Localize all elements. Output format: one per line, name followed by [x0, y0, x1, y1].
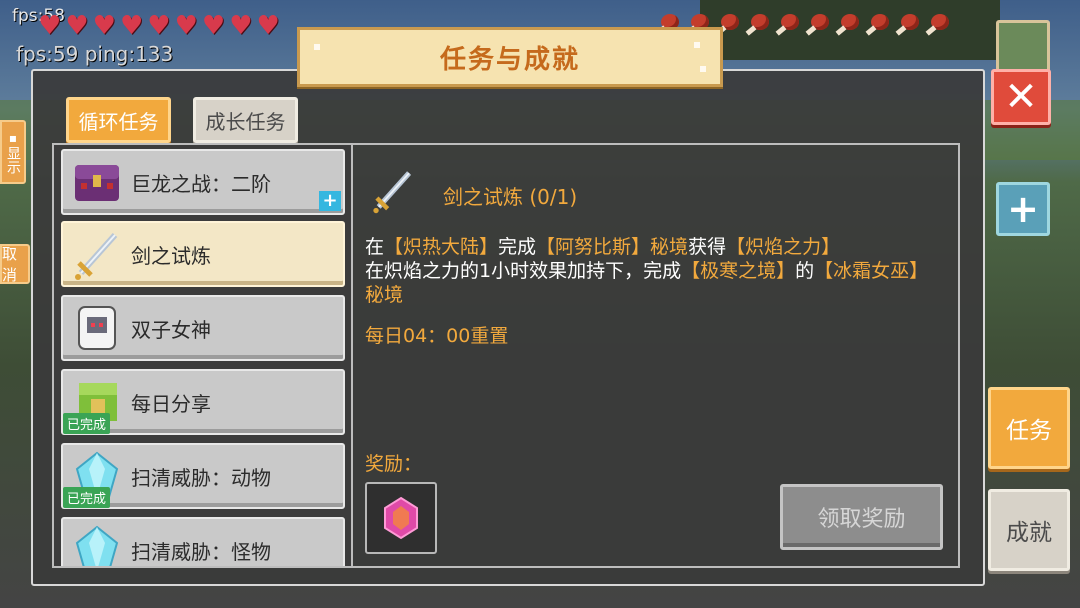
heart-icon: ♥ [201, 11, 226, 41]
desc-text: 获得 [688, 236, 727, 258]
chat-icon: ▪ [8, 131, 18, 145]
heart-icon: ♥ [229, 11, 253, 41]
heart-icon: ♥ [174, 11, 198, 41]
close-button[interactable]: ✕ [991, 69, 1051, 125]
list-item-daily-share[interactable]: 每日分享 已完成 [61, 369, 345, 435]
desc-highlight: 【炽热大陆】 [384, 236, 499, 258]
task-label: 巨龙之战：二阶 [131, 171, 271, 196]
sword-icon [368, 165, 418, 219]
plus-icon[interactable]: + [319, 191, 341, 211]
show-toggle-label: 显示 [5, 146, 21, 174]
list-item-twin-goddess[interactable]: 双子女神 [61, 295, 345, 361]
claim-reward-button[interactable]: 领取奖励 [780, 484, 943, 550]
tab-growth-tasks[interactable]: 成长任务 [193, 97, 298, 143]
treasure-chest-icon [69, 155, 125, 209]
drumstick-icon [925, 12, 951, 38]
window-title: 任务与成就 [297, 27, 723, 87]
drumstick-icon [805, 12, 831, 38]
blue-crystal-icon [69, 523, 125, 566]
health-bar: ♥ ♥ ♥ ♥ ♥ ♥ ♥ ♥ ♥ [38, 12, 280, 40]
reset-time: 每日04：00重置 [365, 325, 509, 347]
desc-text: 完成 [498, 236, 537, 258]
window-title-text: 任务与成就 [439, 44, 580, 75]
cancel-button[interactable]: 取消 [0, 244, 30, 284]
task-label: 扫清威胁：怪物 [131, 539, 271, 564]
completed-badge: 已完成 [63, 413, 111, 434]
reward-label: 奖励： [365, 453, 423, 475]
reward-slot[interactable] [365, 482, 437, 554]
heart-icon: ♥ [147, 11, 171, 41]
list-item-sword-trial[interactable]: 剑之试炼 [61, 221, 345, 287]
plus-icon[interactable]: + [996, 182, 1050, 236]
desc-text: 的 [795, 260, 815, 282]
show-toggle-button[interactable]: ▪ 显示 [0, 120, 26, 184]
banner-sparkle [314, 44, 320, 50]
heart-icon: ♥ [256, 11, 280, 41]
task-list[interactable]: 巨龙之战：二阶 + 剑之试炼 双子女神 每日分享 已完成 扫清威胁：动物 已完成… [52, 143, 353, 568]
banner-sparkle [694, 42, 700, 48]
heart-icon: ♥ [38, 11, 62, 41]
banner-sparkle [700, 66, 706, 72]
heart-icon: ♥ [119, 11, 144, 41]
desc-highlight: 【极寒之境】 [681, 260, 796, 282]
task-label: 双子女神 [131, 317, 211, 342]
fps-ping-readout: fps:59 ping:133 [16, 42, 174, 66]
drumstick-icon [865, 12, 891, 38]
task-label: 每日分享 [131, 391, 211, 416]
drumstick-icon [745, 12, 771, 38]
task-label: 扫清威胁：动物 [131, 465, 271, 490]
pink-gem-icon [384, 496, 418, 540]
desc-text: 在炽焰之力的1小时效果加持下，完成 [365, 260, 682, 282]
desc-highlight: 【炽焰之力】 [726, 236, 841, 258]
heart-icon: ♥ [92, 11, 116, 41]
side-achievement-button[interactable]: 成就 [988, 489, 1070, 571]
description-line-2: 在炽焰之力的1小时效果加持下，完成【极寒之境】的【冰霜女巫】秘境 [365, 259, 945, 307]
twin-goddess-icon [69, 301, 125, 355]
list-item-clear-monsters[interactable]: 扫清威胁：怪物 [61, 517, 345, 566]
description-line-1: 在【炽热大陆】完成【阿努比斯】秘境获得【炽焰之力】 [365, 235, 945, 259]
task-title: 剑之试炼 (0/1) [443, 185, 578, 209]
sword-icon [69, 227, 125, 281]
desc-highlight: 【阿努比斯】秘境 [536, 236, 689, 258]
drumstick-icon [775, 12, 801, 38]
task-description: 在【炽热大陆】完成【阿努比斯】秘境获得【炽焰之力】 在炽焰之力的1小时效果加持下… [365, 235, 945, 307]
side-task-button[interactable]: 任务 [988, 387, 1070, 469]
list-item-clear-animals[interactable]: 扫清威胁：动物 已完成 [61, 443, 345, 509]
drumstick-icon [895, 12, 921, 38]
completed-badge: 已完成 [63, 487, 111, 508]
task-label: 剑之试炼 [131, 243, 211, 268]
drumstick-icon [835, 12, 861, 38]
heart-icon: ♥ [65, 11, 89, 41]
list-item-dragon-battle[interactable]: 巨龙之战：二阶 + [61, 149, 345, 215]
tab-cycle-tasks[interactable]: 循环任务 [66, 97, 171, 143]
shop-icon[interactable] [996, 20, 1050, 74]
desc-text: 在 [365, 236, 385, 258]
